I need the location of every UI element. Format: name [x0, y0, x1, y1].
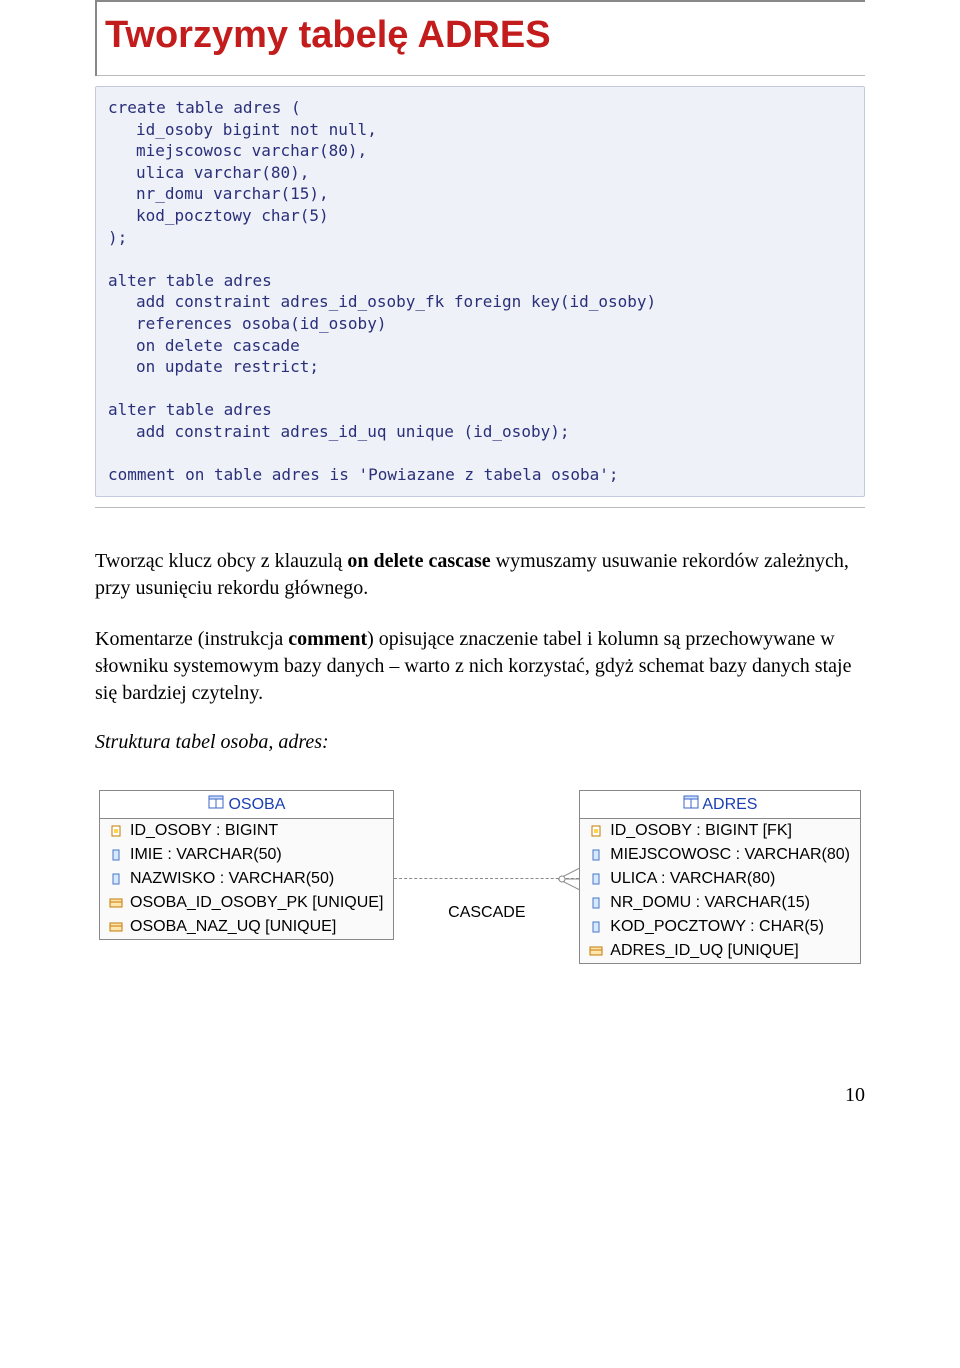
table-row-text: OSOBA_ID_OSOBY_PK [UNIQUE] [130, 894, 383, 912]
table-icon [208, 795, 224, 809]
code-line: on delete cascade [108, 335, 852, 357]
paragraph-2: Komentarze (instrukcja comment) opisując… [95, 626, 865, 707]
connector-label: CASCADE [448, 904, 525, 922]
code-line: references osoba(id_osoby) [108, 313, 852, 335]
table-row-text: IMIE : VARCHAR(50) [130, 846, 282, 864]
code-line: alter table adres [108, 270, 852, 292]
code-line: alter table adres [108, 399, 852, 421]
column-icon [588, 848, 604, 862]
pk-icon [108, 824, 124, 838]
subheading: Struktura tabel osoba, adres: [95, 731, 865, 754]
diagram-connector: CASCADE [394, 790, 579, 922]
table-icon [683, 795, 699, 809]
p1-bold: on delete cascase [347, 550, 490, 572]
p1-part1: Tworząc klucz obcy z klauzulą [95, 550, 347, 572]
page-title: Tworzymy tabelę ADRES [105, 14, 865, 57]
code-line: kod_pocztowy char(5) [108, 205, 852, 227]
title-section: Tworzymy tabelę ADRES [95, 0, 865, 76]
table-row-text: NAZWISKO : VARCHAR(50) [130, 870, 334, 888]
index-icon [588, 944, 604, 958]
column-icon [108, 872, 124, 886]
table-row-text: ID_OSOBY : BIGINT [FK] [610, 822, 792, 840]
table-row-text: ULICA : VARCHAR(80) [610, 870, 775, 888]
p2-part1: Komentarze (instrukcja [95, 628, 288, 650]
paragraph-1: Tworząc klucz obcy z klauzulą on delete … [95, 548, 865, 602]
column-icon [588, 872, 604, 886]
divider [95, 507, 865, 508]
table-row: ID_OSOBY : BIGINT [FK] [580, 819, 860, 843]
table-row: NAZWISKO : VARCHAR(50) [100, 867, 393, 891]
code-line: miejscowosc varchar(80), [108, 140, 852, 162]
index-icon [108, 896, 124, 910]
table-row: ULICA : VARCHAR(80) [580, 867, 860, 891]
db-table-name: ADRES [702, 796, 757, 813]
db-table-header: OSOBA [100, 791, 393, 819]
db-table-name: OSOBA [228, 796, 285, 813]
table-row-text: ID_OSOBY : BIGINT [130, 822, 278, 840]
db-table-header: ADRES [580, 791, 860, 819]
code-line: nr_domu varchar(15), [108, 183, 852, 205]
er-diagram: OSOBA ID_OSOBY : BIGINT IMIE : VARCHAR(5… [95, 790, 865, 964]
code-line: create table adres ( [108, 97, 852, 119]
title-divider [97, 75, 865, 76]
sql-code-block: create table adres (id_osoby bigint not … [95, 86, 865, 497]
code-line: ulica varchar(80), [108, 162, 852, 184]
table-row: ID_OSOBY : BIGINT [100, 819, 393, 843]
code-line: add constraint adres_id_osoby_fk foreign… [108, 291, 852, 313]
connector-line [394, 860, 579, 900]
table-row: IMIE : VARCHAR(50) [100, 843, 393, 867]
table-row: MIEJSCOWOSC : VARCHAR(80) [580, 843, 860, 867]
p2-bold: comment [288, 628, 367, 650]
table-row-text: OSOBA_NAZ_UQ [UNIQUE] [130, 918, 336, 936]
code-line: comment on table adres is 'Powiazane z t… [108, 464, 852, 486]
table-row-text: NR_DOMU : VARCHAR(15) [610, 894, 810, 912]
code-line: ); [108, 227, 852, 249]
code-line: on update restrict; [108, 356, 852, 378]
column-icon [588, 920, 604, 934]
column-icon [108, 848, 124, 862]
table-row: OSOBA_NAZ_UQ [UNIQUE] [100, 915, 393, 939]
code-blank-line [108, 378, 852, 400]
code-line: add constraint adres_id_uq unique (id_os… [108, 421, 852, 443]
table-row-text: MIEJSCOWOSC : VARCHAR(80) [610, 846, 850, 864]
column-icon [588, 896, 604, 910]
table-row: OSOBA_ID_OSOBY_PK [UNIQUE] [100, 891, 393, 915]
code-line: id_osoby bigint not null, [108, 119, 852, 141]
index-icon [108, 920, 124, 934]
code-blank-line [108, 443, 852, 465]
pk-icon [588, 824, 604, 838]
crowfoot-icon [558, 866, 580, 892]
table-row: NR_DOMU : VARCHAR(15) [580, 891, 860, 915]
table-row: ADRES_ID_UQ [UNIQUE] [580, 939, 860, 963]
table-row: KOD_POCZTOWY : CHAR(5) [580, 915, 860, 939]
table-row-text: KOD_POCZTOWY : CHAR(5) [610, 918, 824, 936]
table-row-text: ADRES_ID_UQ [UNIQUE] [610, 942, 798, 960]
db-table-osoba: OSOBA ID_OSOBY : BIGINT IMIE : VARCHAR(5… [99, 790, 394, 940]
db-table-adres: ADRES ID_OSOBY : BIGINT [FK] MIEJSCOWOSC… [579, 790, 861, 964]
page-number: 10 [0, 1084, 960, 1107]
code-blank-line [108, 248, 852, 270]
